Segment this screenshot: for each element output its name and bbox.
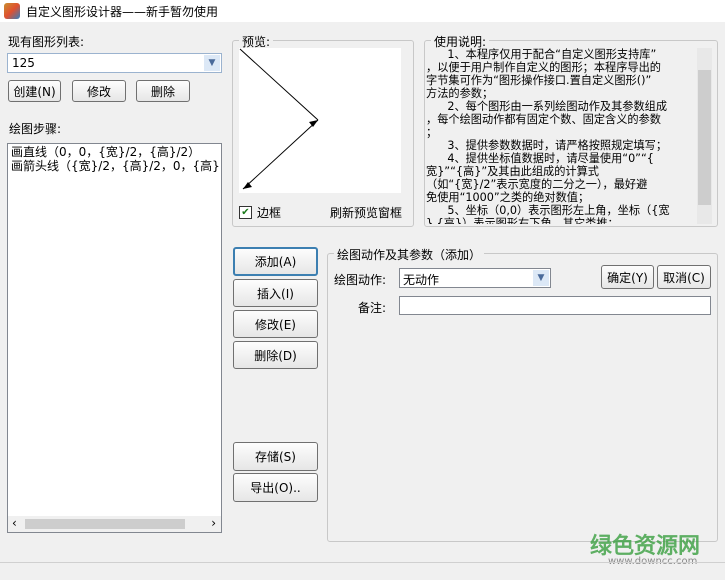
add-button[interactable]: 添加(A) [233, 247, 318, 276]
steps-label: 绘图步骤: [9, 122, 62, 136]
border-checkbox[interactable]: ✔ 边框 [239, 204, 281, 221]
refresh-preview-link[interactable]: 刷新预览窗框 [330, 204, 402, 221]
help-group: 使用说明: 1、本程序仅用于配合“自定义图形支持库” ，以便于用户制作自定义的图… [424, 33, 718, 227]
list-item[interactable]: 画直线（0，0，{宽}/2，{高}/2） [11, 145, 221, 159]
steps-list[interactable]: 画直线（0，0，{宽}/2，{高}/2） 画箭头线（{宽}/2，{高}/2，0，… [7, 143, 222, 533]
list-item[interactable]: 画箭头线（{宽}/2，{高}/2，0，{高}， [11, 159, 221, 173]
cancel-button[interactable]: 取消(C) [657, 265, 711, 289]
checkbox-label: 边框 [257, 206, 282, 220]
chevron-down-icon[interactable]: ▼ [204, 55, 220, 71]
modify-button[interactable]: 修改(E) [233, 310, 318, 338]
action-value: 无动作 [403, 273, 440, 287]
save-button[interactable]: 存储(S) [233, 442, 318, 471]
note-label: 备注: [358, 301, 387, 315]
combo-value: 125 [12, 56, 35, 70]
action-label: 绘图动作: [334, 273, 387, 287]
scroll-thumb[interactable] [698, 70, 711, 205]
preview-canvas [239, 48, 401, 193]
delete-button[interactable]: 删除(D) [233, 341, 318, 369]
shape-combo[interactable]: 125 ▼ [7, 53, 222, 73]
status-divider [0, 562, 725, 563]
app-icon [4, 3, 20, 19]
title-bar: 自定义图形设计器——新手暂勿使用 [0, 0, 725, 22]
shape-list-label: 现有图形列表: [8, 35, 85, 49]
insert-button[interactable]: 插入(I) [233, 279, 318, 307]
window-title: 自定义图形设计器——新手暂勿使用 [26, 4, 219, 19]
modify-shape-button[interactable]: 修改 [72, 80, 126, 102]
preview-group: 预览: ✔ 边框 刷新预览窗框 [232, 33, 414, 227]
help-text: 1、本程序仅用于配合“自定义图形支持库” ，以便于用户制作自定义的图形；本程序导… [426, 48, 670, 224]
checkbox-check-icon[interactable]: ✔ [239, 206, 252, 219]
horizontal-scrollbar[interactable]: ‹ › [8, 516, 221, 532]
scroll-right-icon[interactable]: › [211, 516, 216, 530]
params-label: 绘图动作及其参数（添加） [334, 246, 485, 263]
export-button[interactable]: 导出(O).. [233, 473, 318, 502]
create-button[interactable]: 创建(N) [8, 80, 61, 102]
action-select[interactable]: 无动作 ▼ [399, 268, 551, 288]
scroll-left-icon[interactable]: ‹ [12, 516, 17, 530]
scroll-thumb[interactable] [25, 519, 185, 529]
delete-shape-button[interactable]: 删除 [136, 80, 190, 102]
ok-button[interactable]: 确定(Y) [601, 265, 654, 289]
note-input[interactable] [399, 296, 711, 315]
vertical-scrollbar[interactable] [697, 48, 712, 224]
chevron-down-icon[interactable]: ▼ [533, 270, 549, 286]
